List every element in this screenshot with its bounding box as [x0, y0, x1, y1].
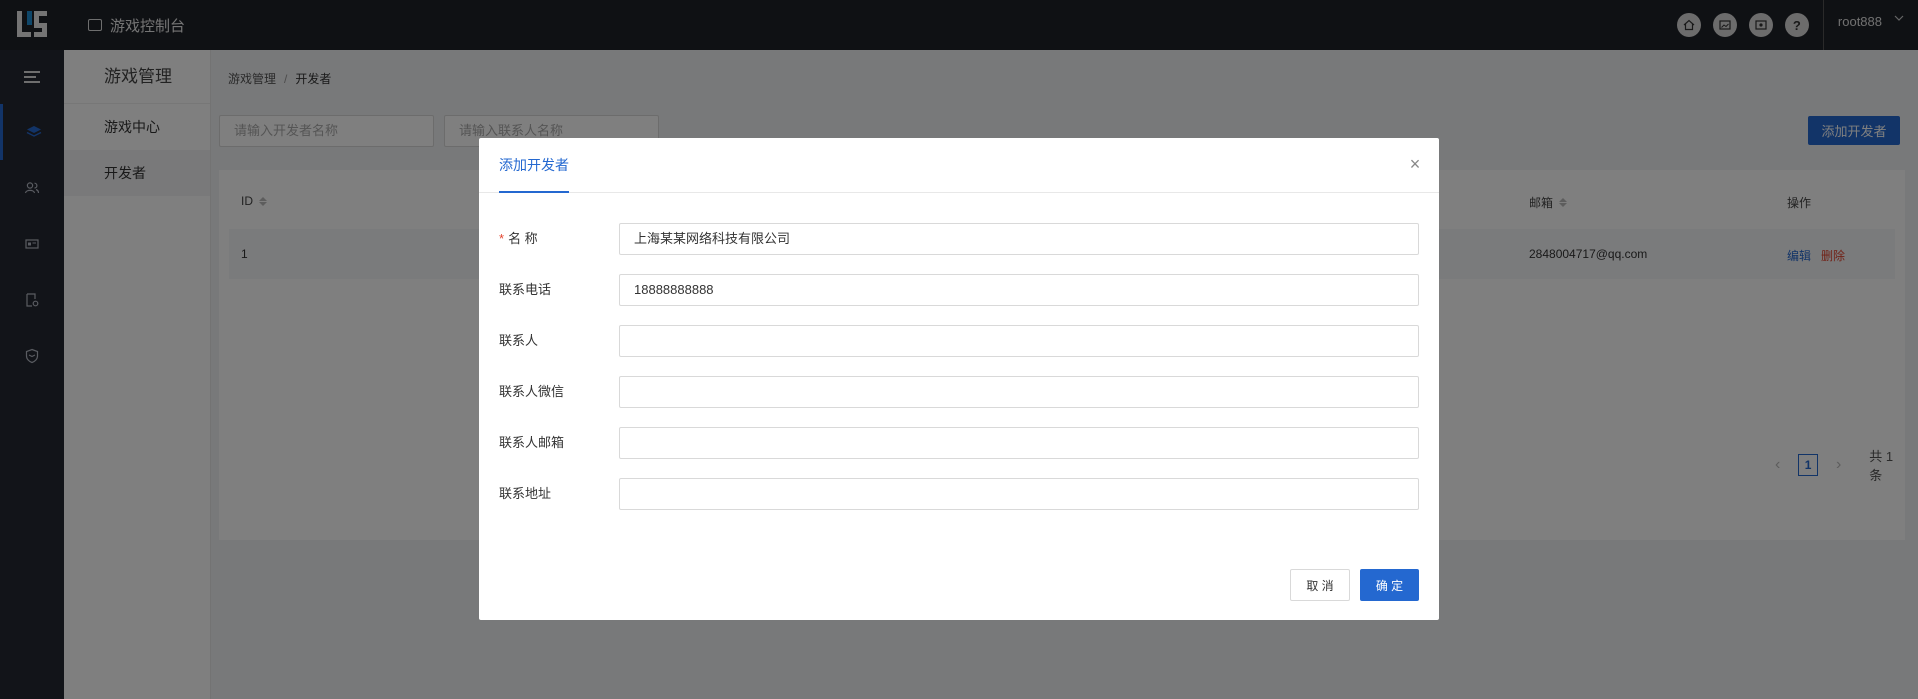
- email-label: 联系人邮箱: [499, 435, 565, 450]
- close-icon[interactable]: ×: [1407, 155, 1423, 173]
- form-row-address: 联系地址: [499, 478, 1419, 510]
- form-row-contact: 联系人: [499, 325, 1419, 357]
- form-row-email: 联系人邮箱: [499, 427, 1419, 459]
- wechat-label: 联系人微信: [499, 384, 565, 399]
- dialog-header: 添加开发者 ×: [479, 138, 1439, 193]
- name-field[interactable]: 上海某某网络科技有限公司: [619, 223, 1419, 255]
- form-row-wechat: 联系人微信: [499, 376, 1419, 408]
- phone-label: 联系电话: [499, 282, 552, 297]
- name-label-text: 名 称: [508, 231, 538, 246]
- confirm-button[interactable]: 确 定: [1360, 569, 1419, 601]
- name-label: * 名 称: [499, 223, 538, 255]
- phone-field[interactable]: 18888888888: [619, 274, 1419, 306]
- address-field[interactable]: [619, 478, 1419, 510]
- address-label: 联系地址: [499, 486, 552, 501]
- dialog-title: 添加开发者: [499, 138, 569, 193]
- form-row-phone: 联系电话 18888888888: [499, 274, 1419, 306]
- wechat-field[interactable]: [619, 376, 1419, 408]
- cancel-button[interactable]: 取 消: [1290, 569, 1350, 601]
- form-row-name: * 名 称 上海某某网络科技有限公司: [499, 223, 1419, 255]
- contact-label: 联系人: [499, 333, 539, 348]
- required-mark: *: [499, 231, 505, 246]
- contact-field[interactable]: [619, 325, 1419, 357]
- add-developer-dialog: 添加开发者 × * 名 称 上海某某网络科技有限公司 联系电话 188888888…: [479, 138, 1439, 620]
- email-field[interactable]: [619, 427, 1419, 459]
